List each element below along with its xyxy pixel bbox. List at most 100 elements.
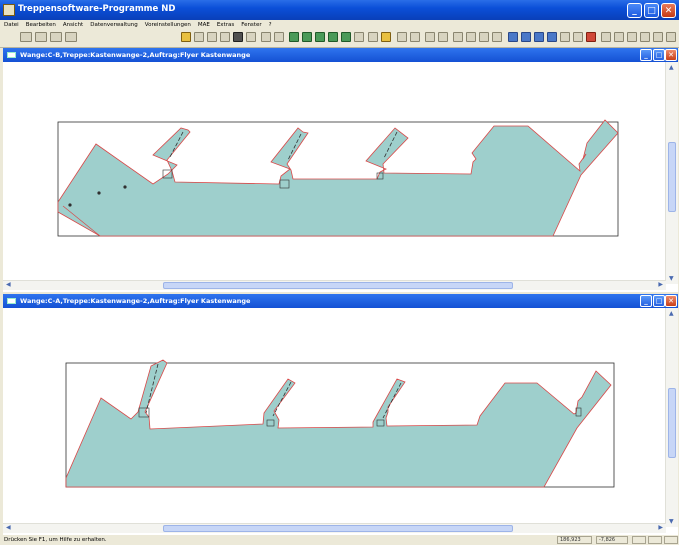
child-title-c-a: Wange:C-A,Treppe:Kastenwange-2,Auftrag:F… bbox=[20, 297, 251, 305]
toolbar-layout-4-icon[interactable] bbox=[65, 32, 77, 42]
view-1-icon[interactable] bbox=[289, 32, 299, 42]
menu-mae[interactable]: MAE bbox=[198, 22, 210, 28]
tool-6-icon[interactable] bbox=[573, 32, 583, 42]
save-icon[interactable] bbox=[194, 32, 204, 42]
check-1-icon[interactable] bbox=[453, 32, 463, 42]
view-4-icon[interactable] bbox=[328, 32, 338, 42]
status-y-coordinate: -7,826 bbox=[596, 536, 628, 544]
child-close-button[interactable]: ✕ bbox=[665, 295, 677, 307]
tool-1-icon[interactable] bbox=[508, 32, 518, 42]
child-window-c-b: Wange:C-B,Treppe:Kastenwange-2,Auftrag:F… bbox=[3, 48, 678, 292]
status-message: Drücken Sie F1, um Hilfe zu erhalten. bbox=[4, 537, 107, 543]
toolbar bbox=[0, 29, 679, 48]
check-2-icon[interactable] bbox=[466, 32, 476, 42]
redo-icon[interactable] bbox=[274, 32, 284, 42]
vertical-scroll-thumb[interactable] bbox=[668, 388, 676, 458]
vertical-scrollbar-c-a[interactable]: ▲ ▼ bbox=[665, 308, 678, 527]
hole-2 bbox=[97, 191, 101, 195]
scroll-right-arrow[interactable]: ▶ bbox=[658, 281, 663, 288]
scroll-right-arrow[interactable]: ▶ bbox=[658, 524, 663, 531]
undo-icon[interactable] bbox=[261, 32, 271, 42]
tool-10-icon[interactable] bbox=[627, 32, 637, 42]
view-6-icon[interactable] bbox=[354, 32, 364, 42]
view-5-icon[interactable] bbox=[341, 32, 351, 42]
line-2-icon[interactable] bbox=[438, 32, 448, 42]
scroll-up-arrow[interactable]: ▲ bbox=[669, 310, 674, 317]
print-icon[interactable] bbox=[233, 32, 243, 42]
child-titlebar-c-b: Wange:C-B,Treppe:Kastenwange-2,Auftrag:F… bbox=[3, 48, 678, 62]
check-4-icon[interactable] bbox=[492, 32, 502, 42]
child-maximize-button[interactable]: □ bbox=[653, 295, 665, 307]
view-3-icon[interactable] bbox=[315, 32, 325, 42]
tool-3-icon[interactable] bbox=[534, 32, 544, 42]
horizontal-scrollbar-c-a[interactable]: ◀ ▶ bbox=[3, 523, 666, 533]
child-window-c-a: Wange:C-A,Treppe:Kastenwange-2,Auftrag:F… bbox=[3, 294, 678, 535]
child-minimize-button[interactable]: _ bbox=[640, 295, 652, 307]
window-icon bbox=[7, 298, 16, 304]
menu-ansicht[interactable]: Ansicht bbox=[63, 22, 83, 28]
horizontal-scroll-thumb[interactable] bbox=[163, 282, 513, 289]
horizontal-scroll-thumb[interactable] bbox=[163, 525, 513, 532]
stringer-shape bbox=[65, 359, 612, 488]
menu-bar: Datei Bearbeiten Ansicht Datenverwaltung… bbox=[0, 20, 679, 29]
horizontal-scrollbar-c-b[interactable]: ◀ ▶ bbox=[3, 280, 666, 290]
view-2-icon[interactable] bbox=[302, 32, 312, 42]
minimize-button[interactable]: _ bbox=[627, 3, 642, 18]
menu-fenster[interactable]: Fenster bbox=[241, 22, 261, 28]
scroll-down-arrow[interactable]: ▼ bbox=[669, 518, 674, 525]
check-3-icon[interactable] bbox=[479, 32, 489, 42]
tool-13-icon[interactable] bbox=[666, 32, 676, 42]
view-7-icon[interactable] bbox=[368, 32, 378, 42]
vertical-scroll-thumb[interactable] bbox=[668, 142, 676, 212]
draw-1-icon[interactable] bbox=[397, 32, 407, 42]
app-icon bbox=[3, 4, 15, 16]
help-pointer-icon[interactable] bbox=[381, 32, 391, 42]
child-close-button[interactable]: ✕ bbox=[665, 49, 677, 61]
menu-datei[interactable]: Datei bbox=[4, 22, 19, 28]
scroll-down-arrow[interactable]: ▼ bbox=[669, 275, 674, 282]
tool-4-icon[interactable] bbox=[547, 32, 557, 42]
status-indicator-1 bbox=[632, 536, 646, 544]
hole-3 bbox=[123, 185, 127, 189]
tool-2-icon[interactable] bbox=[521, 32, 531, 42]
child-title-c-b: Wange:C-B,Treppe:Kastenwange-2,Auftrag:F… bbox=[20, 51, 251, 59]
app-titlebar: Treppensoftware-Programme ND _ □ ✕ bbox=[0, 0, 679, 20]
scroll-left-arrow[interactable]: ◀ bbox=[6, 524, 11, 531]
paste-icon[interactable] bbox=[220, 32, 230, 42]
status-x-coordinate: 186,923 bbox=[557, 536, 592, 544]
toolbar-layout-2-icon[interactable] bbox=[35, 32, 47, 42]
scroll-left-arrow[interactable]: ◀ bbox=[6, 281, 11, 288]
menu-datenverwaltung[interactable]: Datenverwaltung bbox=[90, 22, 138, 28]
app-title: Treppensoftware-Programme ND bbox=[18, 4, 176, 14]
status-bar: Drücken Sie F1, um Hilfe zu erhalten. 18… bbox=[0, 536, 679, 545]
line-icon[interactable] bbox=[425, 32, 435, 42]
menu-help[interactable]: ? bbox=[269, 22, 272, 28]
status-indicator-2 bbox=[648, 536, 662, 544]
tool-8-icon[interactable] bbox=[601, 32, 611, 42]
tool-9-icon[interactable] bbox=[614, 32, 624, 42]
hole-1 bbox=[68, 203, 72, 207]
toolbar-layout-3-icon[interactable] bbox=[50, 32, 62, 42]
copy-icon[interactable] bbox=[207, 32, 217, 42]
child-minimize-button[interactable]: _ bbox=[640, 49, 652, 61]
menu-voreinstellungen[interactable]: Voreinstellungen bbox=[145, 22, 191, 28]
toolbar-layout-1-icon[interactable] bbox=[20, 32, 32, 42]
child-maximize-button[interactable]: □ bbox=[653, 49, 665, 61]
triangle-icon[interactable] bbox=[410, 32, 420, 42]
stair-stringer-drawing-c-a[interactable] bbox=[3, 308, 665, 526]
tool-7-icon[interactable] bbox=[586, 32, 596, 42]
maximize-button[interactable]: □ bbox=[644, 3, 659, 18]
child-titlebar-c-a: Wange:C-A,Treppe:Kastenwange-2,Auftrag:F… bbox=[3, 294, 678, 308]
stair-stringer-drawing-c-b[interactable] bbox=[3, 62, 665, 280]
vertical-scrollbar-c-b[interactable]: ▲ ▼ bbox=[665, 62, 678, 284]
new-file-icon[interactable] bbox=[181, 32, 191, 42]
print-preview-icon[interactable] bbox=[246, 32, 256, 42]
menu-extras[interactable]: Extras bbox=[217, 22, 234, 28]
tool-11-icon[interactable] bbox=[640, 32, 650, 42]
tool-5-icon[interactable] bbox=[560, 32, 570, 42]
menu-bearbeiten[interactable]: Bearbeiten bbox=[26, 22, 56, 28]
stringer-shape bbox=[57, 119, 619, 237]
close-button[interactable]: ✕ bbox=[661, 3, 676, 18]
tool-12-icon[interactable] bbox=[653, 32, 663, 42]
scroll-up-arrow[interactable]: ▲ bbox=[669, 64, 674, 71]
